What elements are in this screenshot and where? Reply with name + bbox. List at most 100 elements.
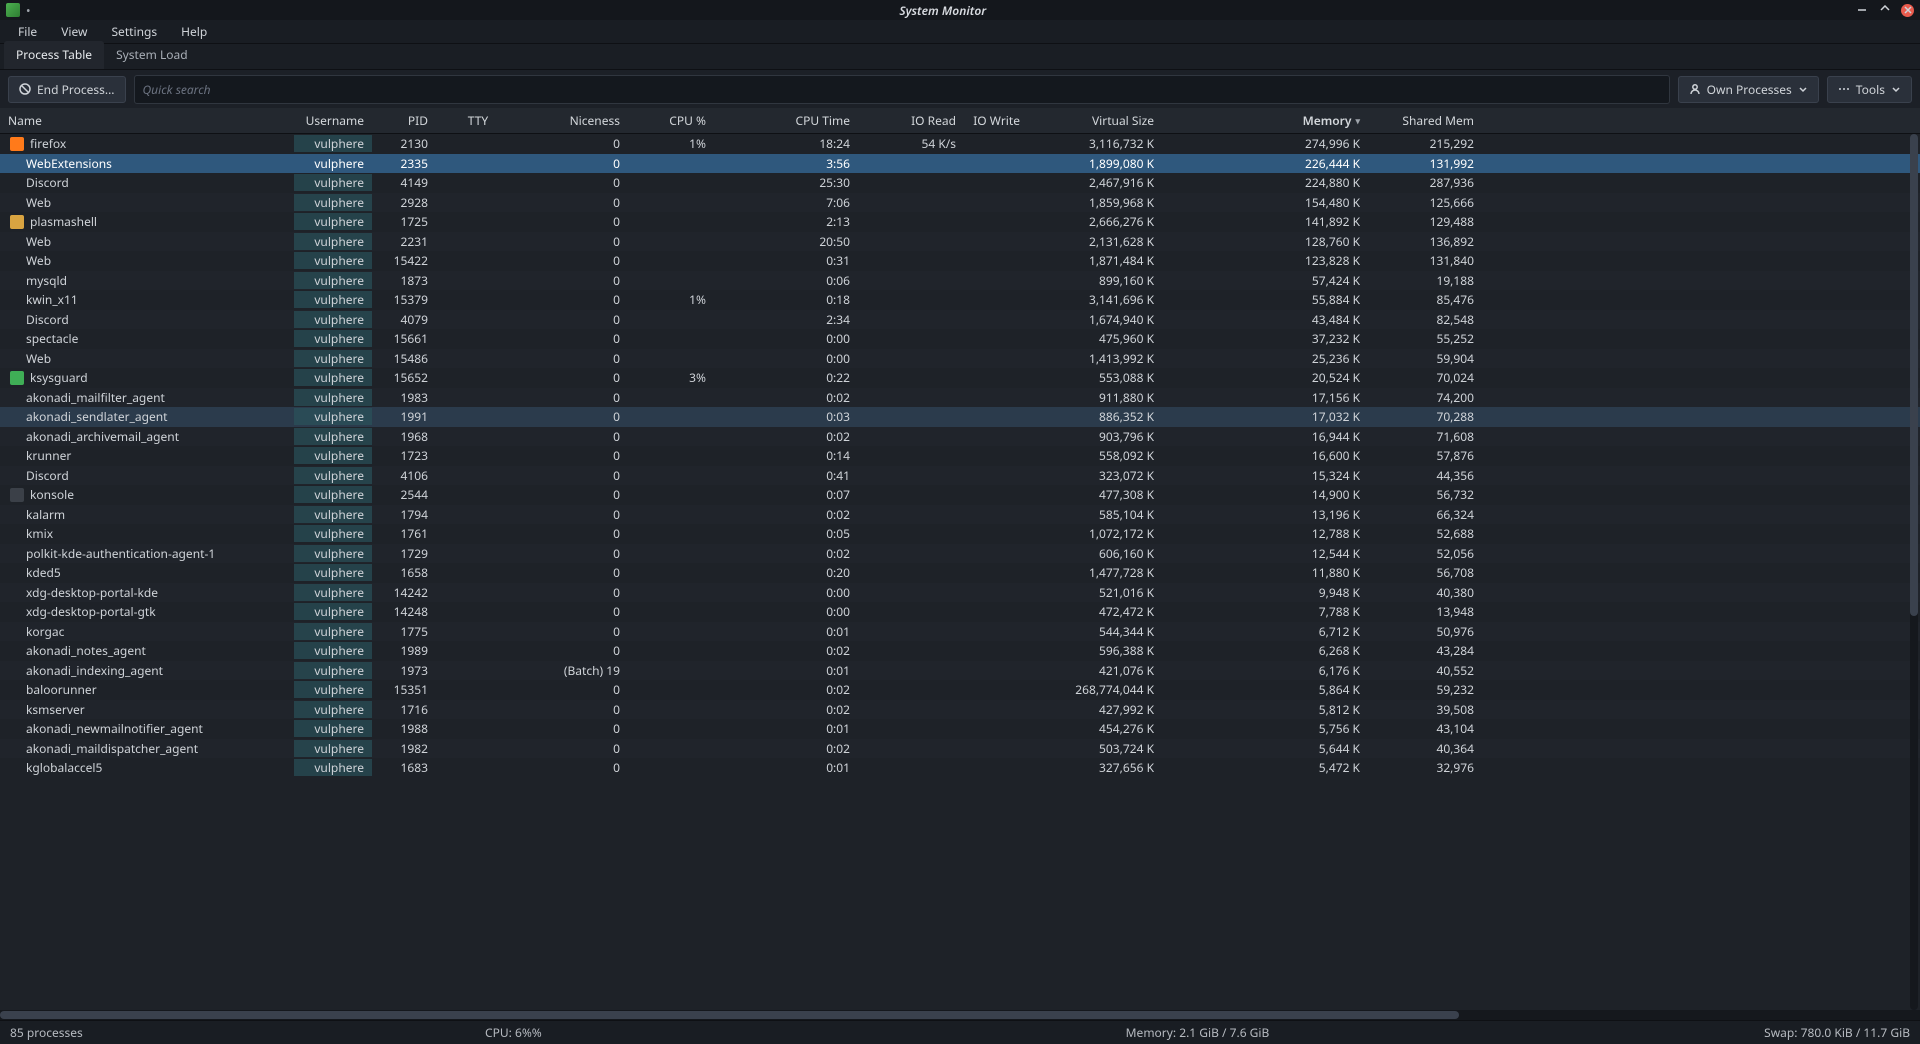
table-row[interactable]: akonadi_mailfilter_agentvulphere198300:0…	[0, 388, 1920, 408]
cell-shmem: 43,104	[1368, 720, 1482, 737]
cell-vsize: 553,088 K	[1028, 369, 1162, 386]
cell-shmem: 56,732	[1368, 486, 1482, 503]
column-header[interactable]: Virtual Size	[1028, 112, 1162, 129]
search-input[interactable]	[134, 75, 1670, 104]
status-swap: Swap: 780.0 KiB / 11.7 GiB	[1435, 1024, 1910, 1041]
cell-nice: 0	[520, 447, 628, 464]
cell-name: akonadi_sendlater_agent	[0, 408, 294, 425]
table-row[interactable]: baloorunnervulphere1535100:02268,774,044…	[0, 680, 1920, 700]
tab-system-load[interactable]: System Load	[104, 41, 200, 69]
cell-cpu: 1%	[628, 291, 714, 308]
table-row[interactable]: spectaclevulphere1566100:00475,960 K37,2…	[0, 329, 1920, 349]
cell-pid: 1729	[372, 545, 436, 562]
end-process-button[interactable]: End Process...	[8, 76, 126, 103]
close-icon[interactable]	[1901, 4, 1914, 17]
cell-shmem: 136,892	[1368, 233, 1482, 250]
table-row[interactable]: Discordvulphere4149025:302,467,916 K224,…	[0, 173, 1920, 193]
table-row[interactable]: ksysguardvulphere1565203%0:22553,088 K20…	[0, 368, 1920, 388]
cell-vsize: 327,656 K	[1028, 759, 1162, 776]
cell-nice: 0	[520, 252, 628, 269]
column-header[interactable]: Username	[294, 112, 372, 129]
maximize-icon[interactable]	[1878, 4, 1891, 17]
vertical-scrollbar[interactable]	[1910, 134, 1918, 1010]
column-header[interactable]: IO Write	[964, 112, 1028, 129]
table-row[interactable]: akonadi_indexing_agentvulphere1973(Batch…	[0, 661, 1920, 681]
table-row[interactable]: krunnervulphere172300:14558,092 K16,600 …	[0, 446, 1920, 466]
table-row[interactable]: akonadi_newmailnotifier_agentvulphere198…	[0, 719, 1920, 739]
table-row[interactable]: mysqldvulphere187300:06899,160 K57,424 K…	[0, 271, 1920, 291]
table-row[interactable]: akonadi_sendlater_agentvulphere199100:03…	[0, 407, 1920, 427]
cell-vsize: 596,388 K	[1028, 642, 1162, 659]
cell-name: Web	[0, 233, 294, 250]
cell-nice: 0	[520, 135, 628, 152]
cell-mem: 57,424 K	[1162, 272, 1368, 289]
cell-mem: 226,444 K	[1162, 155, 1368, 172]
column-header[interactable]: IO Read	[858, 112, 964, 129]
minimize-icon[interactable]	[1855, 4, 1868, 17]
tools-button[interactable]: Tools	[1827, 76, 1912, 103]
column-header[interactable]: Name	[0, 112, 294, 129]
cell-name: kded5	[0, 564, 294, 581]
cell-nice: 0	[520, 506, 628, 523]
table-row[interactable]: WebExtensionsvulphere233503:561,899,080 …	[0, 154, 1920, 174]
cell-nice: 0	[520, 428, 628, 445]
table-row[interactable]: polkit-kde-authentication-agent-1vulpher…	[0, 544, 1920, 564]
table-body[interactable]: firefoxvulphere213001%18:2454 K/s3,116,7…	[0, 134, 1920, 1020]
table-row[interactable]: Webvulphere2231020:502,131,628 K128,760 …	[0, 232, 1920, 252]
cell-mem: 15,324 K	[1162, 467, 1368, 484]
cell-mem: 224,880 K	[1162, 174, 1368, 191]
cell-user: vulphere	[294, 408, 372, 425]
cell-vsize: 2,467,916 K	[1028, 174, 1162, 191]
cell-vsize: 323,072 K	[1028, 467, 1162, 484]
table-row[interactable]: Webvulphere292807:061,859,968 K154,480 K…	[0, 193, 1920, 213]
cell-name: kwin_x11	[0, 291, 294, 308]
table-row[interactable]: kglobalaccel5vulphere168300:01327,656 K5…	[0, 758, 1920, 778]
table-row[interactable]: ksmservervulphere171600:02427,992 K5,812…	[0, 700, 1920, 720]
cell-ioread: 54 K/s	[858, 135, 964, 152]
table-row[interactable]: Webvulphere1548600:001,413,992 K25,236 K…	[0, 349, 1920, 369]
table-row[interactable]: plasmashellvulphere172502:132,666,276 K1…	[0, 212, 1920, 232]
column-header[interactable]: PID	[372, 112, 436, 129]
horizontal-scrollbar[interactable]	[0, 1010, 1920, 1020]
table-row[interactable]: konsolevulphere254400:07477,308 K14,900 …	[0, 485, 1920, 505]
table-row[interactable]: Discordvulphere410600:41323,072 K15,324 …	[0, 466, 1920, 486]
cell-cputime: 3:56	[714, 155, 858, 172]
cell-vsize: 1,859,968 K	[1028, 194, 1162, 211]
table-row[interactable]: korgacvulphere177500:01544,344 K6,712 K5…	[0, 622, 1920, 642]
cell-shmem: 66,324	[1368, 506, 1482, 523]
cell-cputime: 0:02	[714, 428, 858, 445]
filter-own-processes[interactable]: Own Processes	[1678, 76, 1819, 103]
cell-cputime: 0:02	[714, 701, 858, 718]
cell-pid: 14242	[372, 584, 436, 601]
table-row[interactable]: xdg-desktop-portal-kdevulphere1424200:00…	[0, 583, 1920, 603]
table-row[interactable]: kwin_x11vulphere1537901%0:183,141,696 K5…	[0, 290, 1920, 310]
column-header[interactable]: Memory	[1162, 112, 1368, 129]
table-row[interactable]: kmixvulphere176100:051,072,172 K12,788 K…	[0, 524, 1920, 544]
table-row[interactable]: kalarmvulphere179400:02585,104 K13,196 K…	[0, 505, 1920, 525]
table-row[interactable]: kded5vulphere165800:201,477,728 K11,880 …	[0, 563, 1920, 583]
column-header[interactable]: CPU %	[628, 112, 714, 129]
column-header[interactable]: CPU Time	[714, 112, 858, 129]
cell-mem: 274,996 K	[1162, 135, 1368, 152]
cell-vsize: 544,344 K	[1028, 623, 1162, 640]
cell-cputime: 2:13	[714, 213, 858, 230]
cell-mem: 12,544 K	[1162, 545, 1368, 562]
cell-shmem: 85,476	[1368, 291, 1482, 308]
column-header[interactable]: TTY	[436, 112, 520, 129]
table-row[interactable]: Discordvulphere407902:341,674,940 K43,48…	[0, 310, 1920, 330]
table-row[interactable]: xdg-desktop-portal-gtkvulphere1424800:00…	[0, 602, 1920, 622]
cell-pid: 1775	[372, 623, 436, 640]
table-row[interactable]: Webvulphere1542200:311,871,484 K123,828 …	[0, 251, 1920, 271]
column-header[interactable]: Shared Mem	[1368, 112, 1482, 129]
tab-process-table[interactable]: Process Table	[4, 41, 104, 69]
cell-nice: 0	[520, 603, 628, 620]
table-row[interactable]: firefoxvulphere213001%18:2454 K/s3,116,7…	[0, 134, 1920, 154]
column-header[interactable]: Niceness	[520, 112, 628, 129]
cell-vsize: 268,774,044 K	[1028, 681, 1162, 698]
cell-pid: 1794	[372, 506, 436, 523]
cell-pid: 4079	[372, 311, 436, 328]
table-row[interactable]: akonadi_archivemail_agentvulphere196800:…	[0, 427, 1920, 447]
cell-vsize: 558,092 K	[1028, 447, 1162, 464]
table-row[interactable]: akonadi_maildispatcher_agentvulphere1982…	[0, 739, 1920, 759]
table-row[interactable]: akonadi_notes_agentvulphere198900:02596,…	[0, 641, 1920, 661]
